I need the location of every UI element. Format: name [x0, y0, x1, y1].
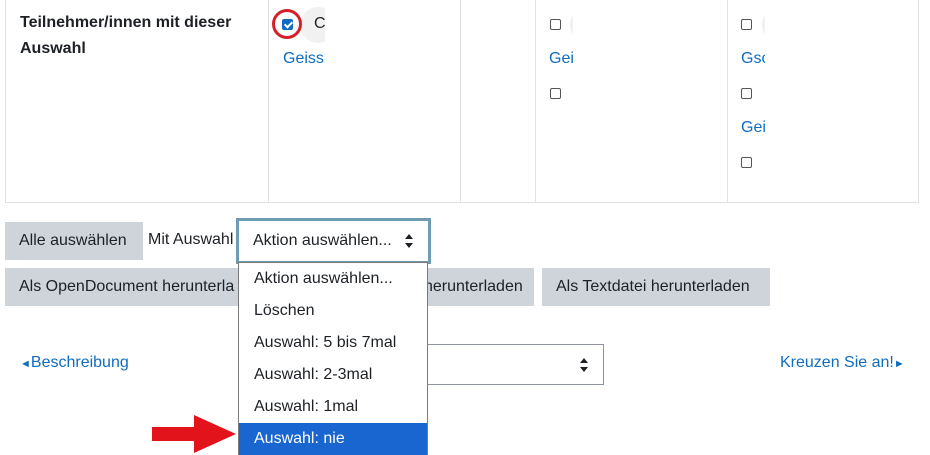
triangle-left-icon: ◄	[20, 358, 31, 370]
download-excel-button[interactable]: herunterladen	[410, 268, 534, 306]
dropdown-option[interactable]: Auswahl: 2-3mal	[239, 359, 427, 391]
participant-initial: C	[314, 15, 326, 32]
participant-link[interactable]: Gsc	[741, 50, 765, 68]
blur-mask	[573, 0, 723, 120]
table-divider	[268, 0, 269, 203]
blur-mask	[325, 0, 460, 50]
participant-checkbox[interactable]	[550, 88, 561, 99]
row-label: Teilnehmer/innen mit dieser Auswahl	[20, 14, 232, 57]
action-dropdown-list: Aktion auswählen... Löschen Auswahl: 5 b…	[238, 262, 428, 455]
participant-checkbox[interactable]	[741, 157, 752, 168]
blur-mask	[765, 0, 915, 190]
participant-checkbox[interactable]	[282, 19, 293, 30]
annotation-arrow-icon	[152, 415, 236, 453]
table-divider	[460, 0, 461, 203]
select-arrows-icon	[579, 357, 589, 372]
table-divider	[535, 0, 536, 203]
dropdown-option[interactable]: Auswahl: 1mal	[239, 391, 427, 423]
download-odf-button[interactable]: Als OpenDocument herunterla	[5, 268, 240, 306]
participant-checkbox[interactable]	[741, 19, 752, 30]
dropdown-option[interactable]: Auswahl: 5 bis 7mal	[239, 327, 427, 359]
with-selection-label: Mit Auswahl	[148, 231, 234, 248]
dropdown-option[interactable]: Löschen	[239, 295, 427, 327]
dropdown-option[interactable]: Aktion auswählen...	[239, 263, 427, 295]
jump-to-select[interactable]	[420, 344, 604, 385]
dropdown-option-selected[interactable]: Auswahl: nie	[239, 423, 427, 455]
next-activity-label: Kreuzen Sie an!	[780, 354, 894, 371]
next-activity-link[interactable]: Kreuzen Sie an!►	[780, 354, 905, 372]
triangle-right-icon: ►	[893, 358, 905, 370]
table-divider	[727, 0, 728, 203]
prev-activity-label: Beschreibung	[30, 354, 129, 371]
select-arrows-icon	[404, 234, 414, 248]
action-select-value: Aktion auswählen...	[253, 232, 392, 249]
participant-link[interactable]: Gei	[741, 119, 765, 137]
action-select[interactable]: Aktion auswählen...	[236, 218, 431, 264]
participant-link[interactable]: Geissi	[283, 50, 325, 68]
participant-link[interactable]: Gei	[549, 50, 573, 68]
download-text-button[interactable]: Als Textdatei herunterladen	[542, 268, 770, 306]
prev-activity-link[interactable]: ◄Beschreibung	[20, 354, 129, 372]
participant-checkbox[interactable]	[550, 19, 561, 30]
participant-checkbox[interactable]	[741, 88, 752, 99]
select-all-button[interactable]: Alle auswählen	[5, 222, 143, 260]
